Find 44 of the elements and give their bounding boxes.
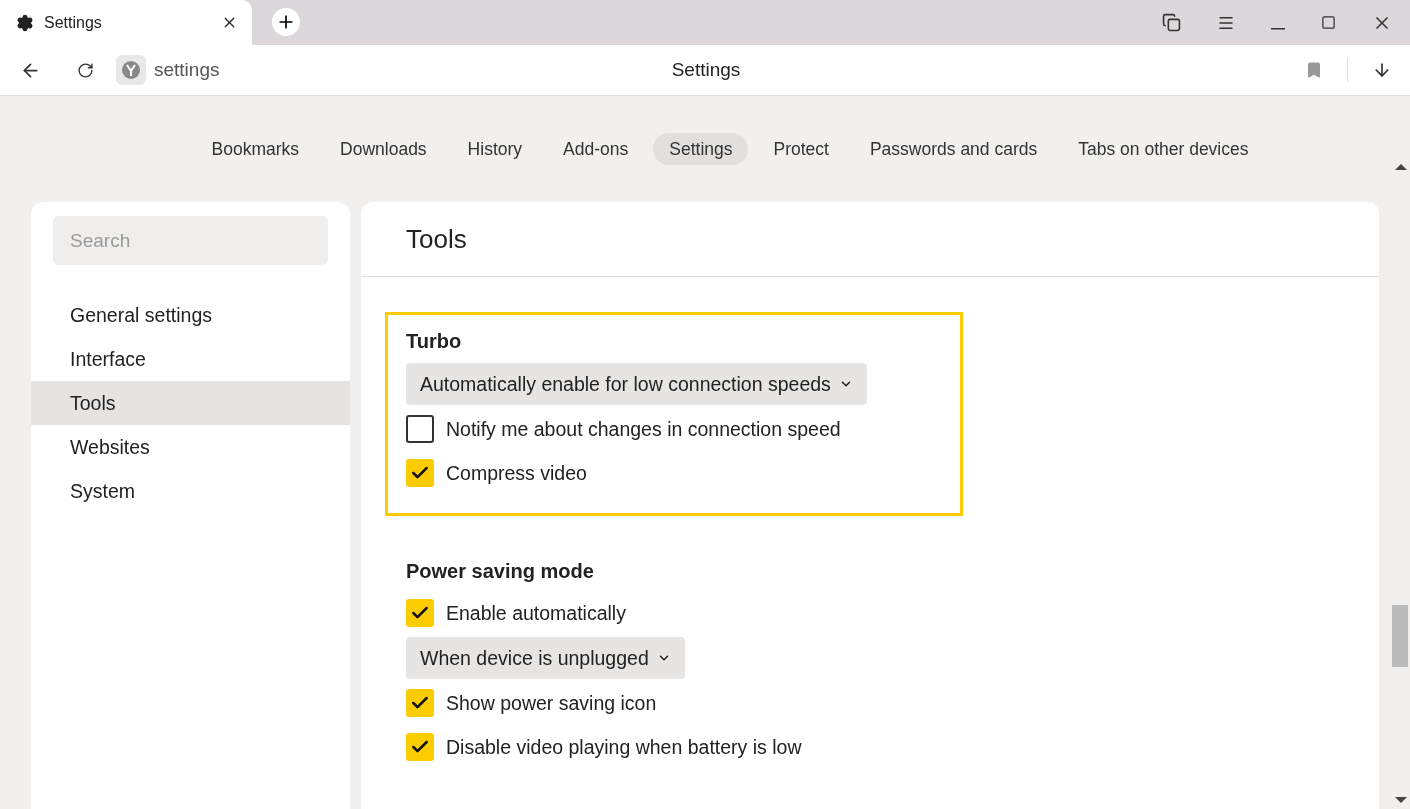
sidebar-item[interactable]: General settings (31, 293, 350, 337)
search-field[interactable]: Search (53, 216, 328, 265)
checkbox-label: Compress video (446, 461, 587, 485)
dropdown[interactable]: Automatically enable for low connection speeds (406, 363, 867, 405)
checkbox-label: Notify me about changes in connection speed (446, 417, 841, 441)
checkbox[interactable] (406, 733, 434, 761)
checkbox[interactable] (406, 599, 434, 627)
group-title: Turbo (406, 330, 463, 353)
new-tab-button[interactable] (272, 8, 300, 36)
minimize-icon (1271, 27, 1285, 30)
nav-tab[interactable]: Settings (653, 133, 749, 165)
sidebar-item[interactable]: Interface (31, 337, 350, 381)
checkbox-label: Disable video playing when battery is low (446, 735, 802, 759)
nav-tab[interactable]: Downloads (324, 133, 443, 165)
checkbox[interactable] (406, 415, 434, 443)
maximize-button[interactable] (1321, 15, 1336, 30)
tab-title: Settings (44, 13, 103, 32)
nav-tab[interactable]: History (451, 133, 539, 165)
gear-icon (16, 13, 34, 32)
dropdown[interactable]: When device is unplugged (406, 637, 685, 679)
checkbox-label: Show power saving icon (446, 691, 657, 715)
bookmark-button[interactable] (1305, 61, 1323, 79)
nav-tab[interactable]: Add-ons (547, 133, 645, 165)
scroll-up-icon[interactable] (1395, 164, 1407, 170)
section-heading: Tools (361, 202, 1379, 277)
checkbox[interactable] (406, 459, 434, 487)
sidebar-item[interactable]: Websites (31, 425, 350, 469)
scroll-down-icon[interactable] (1395, 797, 1407, 803)
page-title: Settings (671, 59, 741, 81)
group-title: Power saving mode (406, 560, 595, 583)
sidebar-item[interactable]: Tools (31, 381, 350, 425)
nav-tab[interactable]: Bookmarks (195, 133, 316, 165)
bookmarks-panel-button[interactable] (1162, 13, 1181, 32)
address-field[interactable]: settings (154, 59, 220, 81)
browser-tab[interactable]: Settings (0, 0, 252, 45)
nav-tab[interactable]: Tabs on other devices (1062, 133, 1265, 165)
checkbox-label: Enable automatically (446, 601, 626, 625)
reload-button[interactable] (77, 61, 94, 79)
nav-tab[interactable]: Passwords and cards (853, 133, 1054, 165)
site-icon (116, 55, 146, 85)
scroll-thumb[interactable] (1392, 605, 1408, 667)
checkbox[interactable] (406, 689, 434, 717)
sidebar-item[interactable]: System (31, 469, 350, 513)
nav-tab[interactable]: Protect (757, 133, 845, 165)
